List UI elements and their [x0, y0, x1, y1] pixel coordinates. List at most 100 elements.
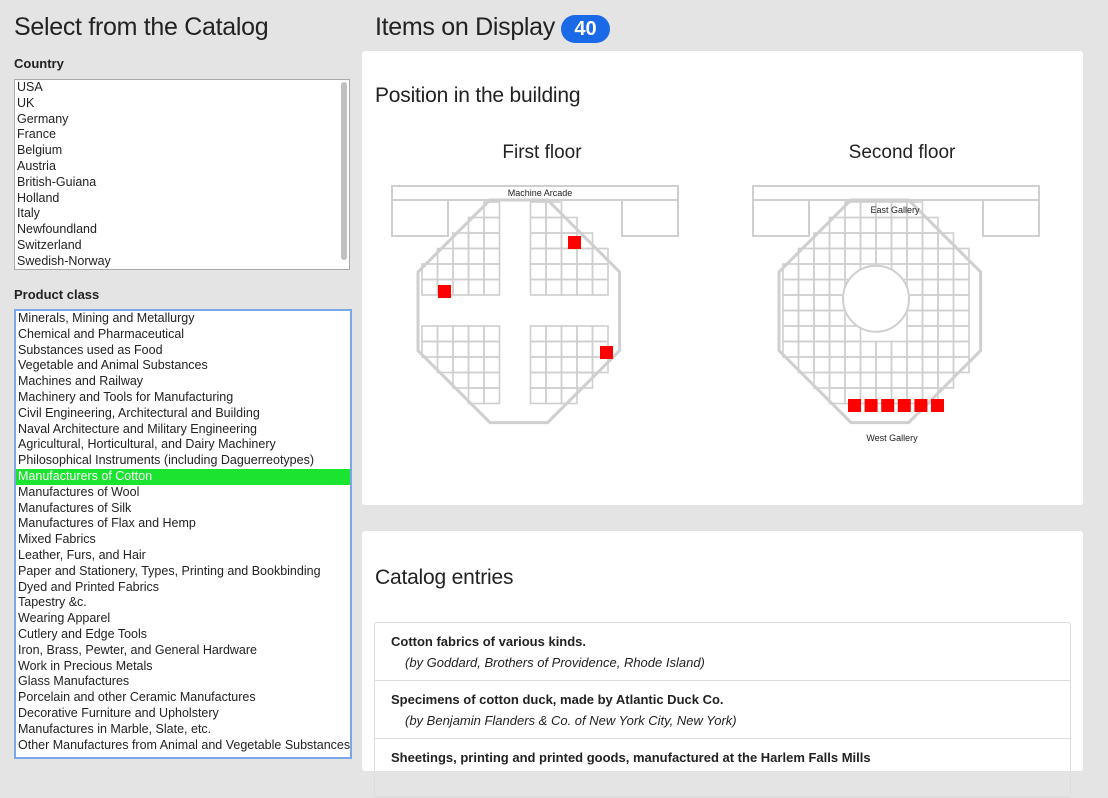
plan-cell — [576, 356, 594, 374]
plan-cell — [560, 340, 578, 358]
product-class-option[interactable]: Dyed and Printed Fabrics — [16, 580, 350, 596]
entry-title: Cotton fabrics of various kinds. — [391, 634, 587, 649]
product-class-select[interactable]: Minerals, Mining and Metallurgy Chemical … — [14, 309, 352, 759]
product-class-option[interactable]: Paper and Stationery, Types, Printing an… — [16, 564, 350, 580]
product-class-option[interactable]: Civil Engineering, Architectural and Bui… — [16, 406, 350, 422]
plan-cell — [906, 232, 924, 250]
plan-cell — [483, 216, 501, 234]
country-option[interactable]: Switzerland — [15, 238, 349, 254]
plan-cell — [952, 340, 970, 358]
product-class-option[interactable]: Manufactures of Silk — [16, 501, 350, 517]
product-class-option[interactable]: Manufactures of Wool — [16, 485, 350, 501]
plan-cell — [828, 371, 846, 389]
plan-cell — [937, 356, 955, 374]
plan-cell — [529, 325, 547, 343]
product-class-option[interactable]: Other Manufactures from Animal and Veget… — [16, 738, 350, 754]
catalog-entry[interactable]: Sheetings, printing and printed goods, m… — [375, 739, 1070, 797]
product-class-option[interactable]: Leather, Furs, and Hair — [16, 548, 350, 564]
plan-cell — [483, 325, 501, 343]
product-class-option[interactable]: Substances used as Food — [16, 343, 350, 359]
plan-cell — [937, 278, 955, 296]
plan-cell — [591, 325, 609, 343]
plan-cell — [483, 340, 501, 358]
plan-cell — [529, 216, 547, 234]
plan-cell — [452, 325, 470, 343]
plan-cell — [875, 232, 893, 250]
country-option[interactable]: British-Guiana — [15, 175, 349, 191]
plan-cell — [529, 371, 547, 389]
product-class-option[interactable]: Iron, Brass, Pewter, and General Hardwar… — [16, 643, 350, 659]
plan-cell — [921, 247, 939, 265]
plan-cell — [560, 371, 578, 389]
plan-cell — [859, 371, 877, 389]
plan-cell — [813, 263, 831, 281]
product-class-option[interactable]: Naval Architecture and Military Engineer… — [16, 422, 350, 438]
plan-cell — [436, 325, 454, 343]
plan-cell — [813, 247, 831, 265]
plan-cell — [436, 340, 454, 358]
product-class-option[interactable]: Chemical and Pharmaceutical — [16, 327, 350, 343]
product-class-option[interactable]: Manufactures in Marble, Slate, etc. — [16, 722, 350, 738]
country-option[interactable]: Belgium — [15, 143, 349, 159]
plan-cell — [890, 340, 908, 358]
plan-cell — [906, 263, 924, 281]
plan-cell — [890, 232, 908, 250]
product-class-option[interactable]: Tapestry &c. — [16, 595, 350, 611]
country-select[interactable]: USA UK Germany France Belgium Austria British-… — [14, 79, 350, 270]
country-option[interactable]: Swedish-Norway — [15, 254, 349, 269]
plan-cell — [467, 325, 485, 343]
machine-arcade-label: Machine Arcade — [508, 188, 573, 198]
catalog-entry[interactable]: Specimens of cotton duck, made by Atlant… — [375, 681, 1070, 739]
plan-cell — [545, 325, 563, 343]
plan-cell — [828, 356, 846, 374]
plan-cell — [828, 340, 846, 358]
catalog-entry[interactable]: Cotton fabrics of various kinds. (by Godd… — [375, 623, 1070, 681]
plan-cell — [560, 356, 578, 374]
product-class-option[interactable]: Mixed Fabrics — [16, 532, 350, 548]
product-class-option[interactable]: Manufactures of Flax and Hemp — [16, 516, 350, 532]
plan-cell — [545, 216, 563, 234]
plan-cell — [844, 216, 862, 234]
highlighted-item — [848, 399, 861, 412]
plan-cell — [813, 371, 831, 389]
country-option[interactable]: Germany — [15, 112, 349, 128]
plan-gallery — [752, 185, 1040, 201]
product-class-option[interactable]: Decorative Furniture and Upholstery — [16, 706, 350, 722]
plan-cell — [906, 371, 924, 389]
country-option[interactable]: Italy — [15, 206, 349, 222]
highlighted-item — [914, 399, 928, 412]
product-class-option[interactable]: Machinery and Tools for Manufacturing — [16, 390, 350, 406]
country-option[interactable]: Holland — [15, 191, 349, 207]
plan-cell — [545, 247, 563, 265]
country-option[interactable]: USA — [15, 80, 349, 96]
product-class-option[interactable]: Philosophical Instruments (including Dag… — [16, 453, 350, 469]
product-class-option[interactable]: Cutlery and Edge Tools — [16, 627, 350, 643]
plan-cell — [782, 294, 800, 312]
product-class-option[interactable]: Porcelain and other Ceramic Manufactures — [16, 690, 350, 706]
plan-cell — [782, 309, 800, 327]
product-class-option[interactable]: Agricultural, Horticultural, and Dairy M… — [16, 437, 350, 453]
country-option[interactable]: Newfoundland — [15, 222, 349, 238]
plan-cell — [952, 263, 970, 281]
product-class-option[interactable]: Vegetable and Animal Substances — [16, 358, 350, 374]
highlighted-item — [897, 399, 911, 412]
plan-cell — [782, 340, 800, 358]
plan-cell — [576, 340, 594, 358]
plan-cell — [906, 356, 924, 374]
country-option[interactable]: Austria — [15, 159, 349, 175]
plan-cell — [467, 340, 485, 358]
product-class-option[interactable]: Machines and Railway — [16, 374, 350, 390]
product-class-option[interactable]: Work in Precious Metals — [16, 659, 350, 675]
country-option[interactable]: France — [15, 127, 349, 143]
product-class-option[interactable]: Minerals, Mining and Metallurgy — [16, 311, 350, 327]
country-scrollbar[interactable] — [341, 82, 347, 260]
items-count-badge: 40 — [561, 15, 610, 43]
product-class-option[interactable]: Manufacturers of Cotton — [16, 468, 350, 485]
plan-cell — [921, 325, 939, 343]
first-floor-plan: Machine Arcade — [391, 185, 679, 425]
country-option[interactable]: UK — [15, 96, 349, 112]
plan-cell — [937, 263, 955, 281]
product-class-option[interactable]: Wearing Apparel — [16, 611, 350, 627]
product-class-option[interactable]: Glass Manufactures — [16, 674, 350, 690]
plan-cell — [952, 325, 970, 343]
